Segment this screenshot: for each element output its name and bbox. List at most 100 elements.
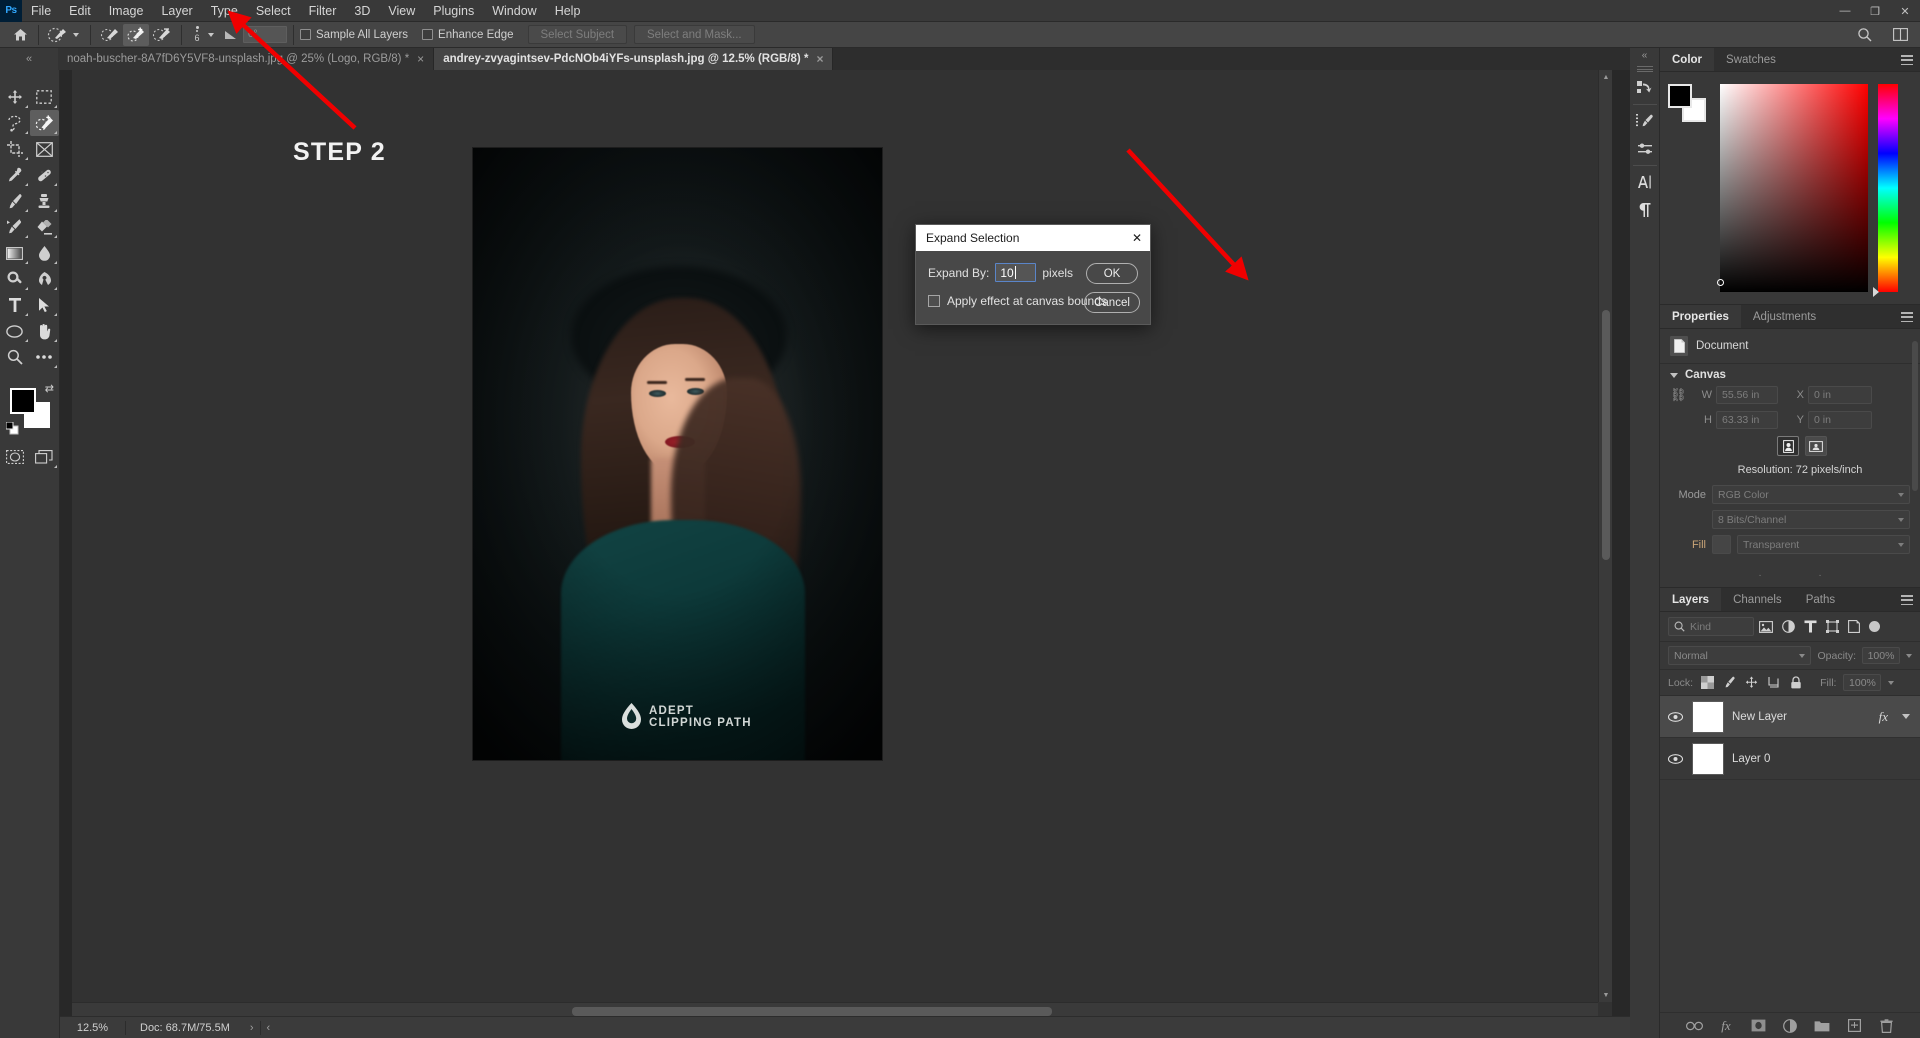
vertical-scrollbar[interactable]: ▲ ▼ xyxy=(1598,70,1612,1002)
link-dimensions-icon[interactable]: ⛓ xyxy=(1670,387,1686,403)
tab-adjustments[interactable]: Adjustments xyxy=(1741,305,1828,328)
tab-swatches[interactable]: Swatches xyxy=(1714,48,1788,71)
document-image[interactable]: ADEPT CLIPPING PATH xyxy=(473,148,882,760)
new-group-icon[interactable] xyxy=(1813,1017,1831,1035)
tab-color[interactable]: Color xyxy=(1660,48,1714,71)
menu-image[interactable]: Image xyxy=(100,0,153,22)
horizontal-type-tool[interactable] xyxy=(0,292,30,318)
zoom-tool[interactable] xyxy=(0,344,30,370)
menu-plugins[interactable]: Plugins xyxy=(424,0,483,22)
menu-select[interactable]: Select xyxy=(247,0,300,22)
pen-tool[interactable] xyxy=(30,266,60,292)
vertical-scroll-thumb[interactable] xyxy=(1602,310,1610,560)
x-field[interactable]: 0 in xyxy=(1808,386,1872,404)
brush-settings-icon[interactable] xyxy=(1630,135,1660,163)
canvas-section-header[interactable]: Canvas xyxy=(1660,363,1920,386)
foreground-color-swatch[interactable] xyxy=(10,388,36,414)
quick-selection-tool[interactable] xyxy=(30,110,60,136)
close-tab-icon[interactable]: × xyxy=(417,52,424,66)
pixel-filter-icon[interactable] xyxy=(1756,617,1776,636)
color-picker-marker[interactable] xyxy=(1717,279,1724,286)
close-icon[interactable]: ✕ xyxy=(1890,0,1920,22)
lasso-tool[interactable] xyxy=(0,110,30,136)
tab-properties[interactable]: Properties xyxy=(1660,305,1741,328)
add-layer-style-icon[interactable]: fx xyxy=(1717,1017,1735,1035)
enhance-edge-option[interactable]: Enhance Edge xyxy=(422,29,513,41)
new-fill-adjustment-icon[interactable] xyxy=(1781,1017,1799,1035)
delete-layer-icon[interactable] xyxy=(1877,1017,1895,1035)
sample-all-layers-checkbox[interactable] xyxy=(300,29,311,40)
move-tool[interactable] xyxy=(0,84,30,110)
layer-thumbnail[interactable] xyxy=(1692,701,1724,733)
gradient-tool[interactable] xyxy=(0,240,30,266)
foreground-color-swatch[interactable] xyxy=(1668,84,1692,108)
filter-toggle-switch[interactable] xyxy=(1869,621,1880,632)
properties-scrollbar[interactable] xyxy=(1912,341,1918,491)
sample-all-layers-option[interactable]: Sample All Layers xyxy=(300,29,408,41)
panel-menu-icon[interactable] xyxy=(1901,55,1913,65)
panel-menu-icon[interactable] xyxy=(1901,595,1913,605)
expand-panels-icon[interactable]: « xyxy=(1630,48,1659,62)
minimize-icon[interactable]: — xyxy=(1830,0,1860,22)
layer-thumbnail[interactable] xyxy=(1692,743,1724,775)
layer-effects-icon[interactable]: fx xyxy=(1879,709,1888,725)
home-icon[interactable] xyxy=(8,24,32,46)
menu-filter[interactable]: Filter xyxy=(300,0,346,22)
layer-row-new-layer[interactable]: New Layer fx xyxy=(1660,696,1920,738)
status-prev-icon[interactable]: ‹ xyxy=(261,1022,277,1034)
edit-in-quick-mask-mode[interactable] xyxy=(0,444,30,470)
hand-tool[interactable] xyxy=(30,318,60,344)
adjustment-filter-icon[interactable] xyxy=(1778,617,1798,636)
brushes-icon[interactable] xyxy=(1630,107,1660,135)
chevron-down-icon[interactable] xyxy=(208,33,214,37)
apply-at-bounds-checkbox[interactable] xyxy=(928,295,940,307)
opacity-value[interactable]: 100% xyxy=(1862,647,1900,664)
enhance-edge-checkbox[interactable] xyxy=(422,29,433,40)
layer-name[interactable]: New Layer xyxy=(1732,711,1871,723)
color-mode-select[interactable]: RGB Color xyxy=(1712,485,1910,504)
clone-stamp-tool[interactable] xyxy=(30,188,60,214)
type-filter-icon[interactable] xyxy=(1800,617,1820,636)
select-and-mask-button[interactable]: Select and Mask... xyxy=(634,25,755,44)
eyedropper-tool[interactable] xyxy=(0,162,30,188)
blend-mode-select[interactable]: Normal xyxy=(1668,646,1811,665)
layer-visibility-icon[interactable] xyxy=(1666,712,1684,722)
restore-icon[interactable]: ❐ xyxy=(1860,0,1890,22)
fill-color-swatch[interactable] xyxy=(1712,535,1731,554)
menu-type[interactable]: Type xyxy=(202,0,247,22)
y-field[interactable]: 0 in xyxy=(1808,411,1872,429)
link-layers-icon[interactable] xyxy=(1685,1017,1703,1035)
change-screen-mode[interactable] xyxy=(30,444,60,470)
menu-window[interactable]: Window xyxy=(483,0,545,22)
select-subject-button[interactable]: Select Subject xyxy=(528,25,628,44)
lock-transparent-pixels-icon[interactable] xyxy=(1700,675,1715,690)
character-icon[interactable] xyxy=(1630,168,1660,196)
arrange-documents-icon[interactable] xyxy=(1888,24,1912,46)
menu-file[interactable]: File xyxy=(22,0,60,22)
cancel-button[interactable]: Cancel xyxy=(1084,292,1140,313)
dodge-tool[interactable] xyxy=(0,266,30,292)
menu-edit[interactable]: Edit xyxy=(60,0,100,22)
menu-3d[interactable]: 3D xyxy=(345,0,379,22)
fill-value[interactable]: 100% xyxy=(1843,674,1881,691)
brush-size-stepper[interactable]: 6 xyxy=(188,26,206,43)
search-icon[interactable] xyxy=(1852,24,1876,46)
hue-strip[interactable] xyxy=(1878,84,1898,292)
document-window[interactable]: STEP 2 ADEPT xyxy=(72,70,1612,1020)
close-icon[interactable]: ✕ xyxy=(1132,232,1142,244)
expand-selection-dialog[interactable]: Expand Selection ✕ Expand By: 10 pixels … xyxy=(915,224,1151,325)
opacity-chevron-down-icon[interactable] xyxy=(1906,654,1912,658)
bit-depth-select[interactable]: 8 Bits/Channel xyxy=(1712,510,1910,529)
portrait-orientation-button[interactable] xyxy=(1777,436,1799,456)
lock-all-icon[interactable] xyxy=(1788,675,1803,690)
fill-chevron-down-icon[interactable] xyxy=(1888,681,1894,685)
filter-kind-select[interactable]: Kind xyxy=(1668,617,1754,636)
tab-layers[interactable]: Layers xyxy=(1660,588,1721,611)
panel-grip[interactable] xyxy=(1637,66,1653,72)
panel-resize-handle[interactable]: ·· xyxy=(1660,566,1920,587)
collapse-panels-icon[interactable]: « xyxy=(0,48,58,70)
ok-button[interactable]: OK xyxy=(1086,263,1138,284)
lock-image-pixels-icon[interactable] xyxy=(1722,675,1737,690)
ellipse-tool[interactable] xyxy=(0,318,30,344)
chevron-down-icon[interactable] xyxy=(1902,714,1910,719)
